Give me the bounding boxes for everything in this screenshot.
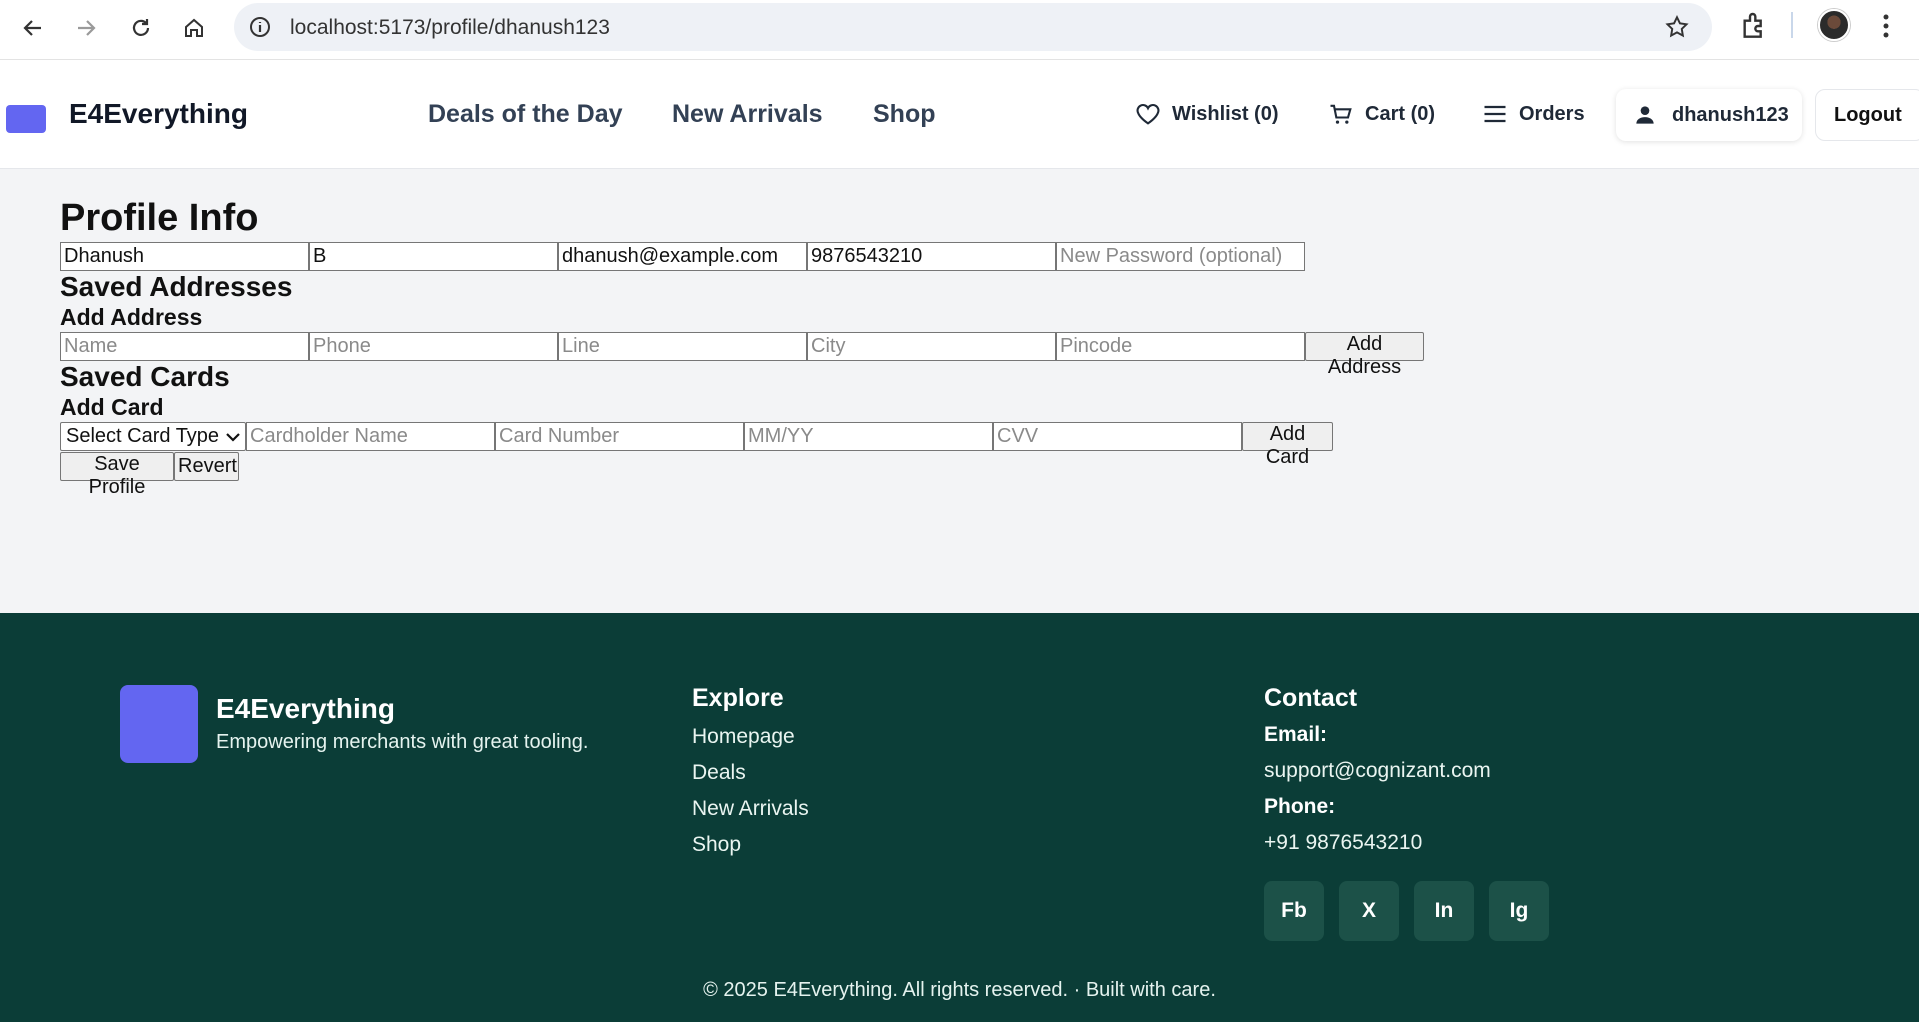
contact-phone: +91 9876543210 <box>1264 831 1423 854</box>
x-link[interactable]: X <box>1339 881 1399 941</box>
contact-email-link[interactable]: support@cognizant.com <box>1264 759 1491 783</box>
url-text[interactable]: localhost:5173/profile/dhanush123 <box>290 16 610 40</box>
address-bar[interactable]: localhost:5173/profile/dhanush123 <box>234 3 1712 51</box>
profile-avatar[interactable] <box>1818 9 1850 41</box>
wishlist-link[interactable]: Wishlist (0) <box>1134 100 1279 128</box>
user-icon <box>1636 106 1654 124</box>
user-menu-button[interactable]: dhanush123 <box>1616 89 1802 141</box>
instagram-link[interactable]: Ig <box>1489 881 1549 941</box>
linkedin-link[interactable]: In <box>1414 881 1474 941</box>
card-number-field[interactable] <box>495 422 744 451</box>
extensions-icon[interactable] <box>1738 10 1770 42</box>
card-cvv-field[interactable] <box>993 422 1242 451</box>
nav-deals-of-the-day[interactable]: Deals of the Day <box>428 100 623 129</box>
more-menu-icon[interactable] <box>1876 10 1896 42</box>
username-label: dhanush123 <box>1672 103 1789 126</box>
footer-link-shop[interactable]: Shop <box>692 833 741 857</box>
add-card-button[interactable]: Add Card <box>1242 422 1333 468</box>
home-icon[interactable] <box>176 10 212 46</box>
copyright-text: © 2025 E4Everything. All rights reserved… <box>703 979 1216 1001</box>
star-icon[interactable] <box>1664 14 1690 40</box>
first-name-field[interactable] <box>60 242 309 271</box>
email-field[interactable] <box>558 242 807 271</box>
facebook-link[interactable]: Fb <box>1264 881 1324 941</box>
site-info-icon[interactable] <box>248 15 272 39</box>
address-phone-field[interactable] <box>309 332 558 361</box>
saved-addresses-heading: Saved Addresses <box>60 271 293 302</box>
footer-link-homepage[interactable]: Homepage <box>692 725 795 749</box>
orders-link[interactable]: Orders <box>1481 100 1585 128</box>
add-card-heading: Add Card <box>60 394 164 420</box>
brand-logo[interactable] <box>6 105 46 133</box>
toolbar-divider <box>1791 12 1793 38</box>
explore-heading: Explore <box>692 684 784 712</box>
logout-button[interactable]: Logout <box>1815 89 1919 141</box>
nav-shop[interactable]: Shop <box>873 100 936 129</box>
cart-icon <box>1330 104 1352 124</box>
cart-label: Cart (0) <box>1365 102 1436 125</box>
phone-field[interactable] <box>807 242 1056 271</box>
footer-link-deals[interactable]: Deals <box>692 761 746 785</box>
brand-name[interactable]: E4Everything <box>69 98 248 130</box>
footer-logo <box>120 685 198 763</box>
site-footer: E4Everything Empowering merchants with g… <box>0 613 1919 1022</box>
last-name-field[interactable] <box>309 242 558 271</box>
address-line-field[interactable] <box>558 332 807 361</box>
address-name-field[interactable] <box>60 332 309 361</box>
forward-arrow-icon[interactable] <box>68 10 104 46</box>
add-address-button[interactable]: Add Address <box>1305 332 1424 378</box>
saved-cards-heading: Saved Cards <box>60 361 230 392</box>
nav-new-arrivals[interactable]: New Arrivals <box>672 100 823 129</box>
heart-icon <box>1136 103 1160 125</box>
new-password-field[interactable] <box>1056 242 1305 271</box>
cardholder-name-field[interactable] <box>246 422 495 451</box>
email-label: Email: <box>1264 723 1328 746</box>
address-pincode-field[interactable] <box>1056 332 1305 361</box>
menu-lines-icon <box>1484 105 1506 123</box>
orders-label: Orders <box>1519 102 1585 125</box>
phone-label: Phone: <box>1264 795 1336 818</box>
save-profile-button[interactable]: Save Profile <box>60 452 174 498</box>
footer-tagline: Empowering merchants with great tooling. <box>216 731 589 753</box>
add-address-heading: Add Address <box>60 304 203 330</box>
footer-brand: E4Everything <box>216 693 395 724</box>
back-arrow-icon[interactable] <box>15 10 51 46</box>
browser-toolbar: localhost:5173/profile/dhanush123 <box>0 0 1919 60</box>
footer-link-new-arrivals[interactable]: New Arrivals <box>692 797 809 821</box>
card-expiry-field[interactable] <box>744 422 993 451</box>
site-header: E4Everything Deals of the Day New Arriva… <box>0 60 1919 169</box>
cart-link[interactable]: Cart (0) <box>1327 100 1435 128</box>
revert-button[interactable]: Revert <box>174 452 239 481</box>
page-title: Profile Info <box>60 197 259 239</box>
card-type-selected-value: Select Card Type <box>66 425 220 447</box>
contact-heading: Contact <box>1264 684 1358 712</box>
wishlist-label: Wishlist (0) <box>1172 102 1279 125</box>
reload-icon[interactable] <box>123 10 159 46</box>
card-type-select[interactable]: Select Card Type <box>60 422 246 451</box>
chevron-down-icon <box>226 433 240 442</box>
address-city-field[interactable] <box>807 332 1056 361</box>
